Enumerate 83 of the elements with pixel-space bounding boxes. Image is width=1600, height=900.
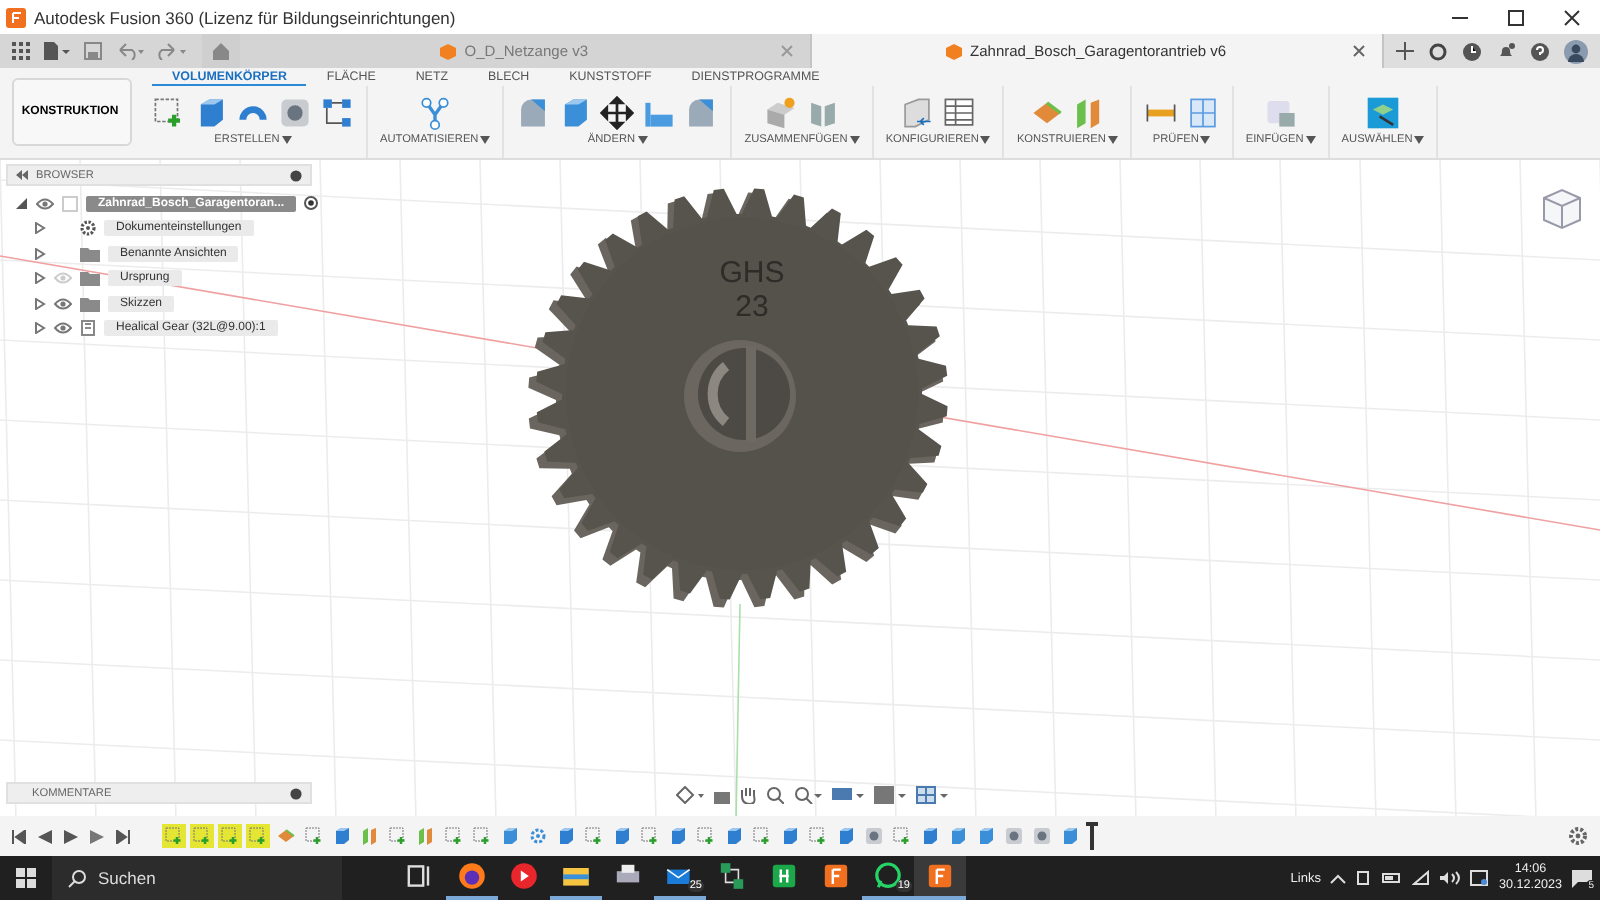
- taskbar-app[interactable]: [914, 856, 966, 900]
- orbit-icon[interactable]: [676, 786, 704, 804]
- wifi-icon[interactable]: [1412, 870, 1431, 886]
- browser-icon[interactable]: [456, 860, 488, 892]
- sketch-icon[interactable]: [152, 95, 186, 129]
- save-icon[interactable]: [84, 42, 102, 60]
- caret-icon: [1414, 136, 1425, 144]
- windows-start-icon[interactable]: [16, 868, 36, 888]
- collapse-icon[interactable]: [16, 197, 28, 209]
- home-icon[interactable]: [212, 42, 231, 60]
- pattern-icon[interactable]: [320, 95, 354, 129]
- bell-icon[interactable]: [1495, 41, 1516, 61]
- pin-icon[interactable]: [290, 169, 302, 181]
- caret-icon: [281, 136, 292, 144]
- caret-icon: [980, 136, 991, 144]
- play-icon[interactable]: [508, 860, 540, 892]
- step-forward-icon[interactable]: [90, 829, 104, 843]
- app-icon[interactable]: [820, 860, 852, 892]
- pan-hand-icon[interactable]: [740, 786, 756, 804]
- select-icon[interactable]: [1366, 95, 1401, 129]
- eye-icon[interactable]: [54, 322, 72, 334]
- caret-icon: [1305, 136, 1316, 144]
- redo-icon[interactable]: [158, 42, 186, 60]
- cube-icon: [946, 43, 963, 59]
- layout-icon[interactable]: [916, 786, 948, 804]
- pin-icon[interactable]: [290, 787, 302, 799]
- undo-icon[interactable]: [116, 42, 144, 60]
- chevron-up-icon[interactable]: [1330, 873, 1347, 883]
- joint-icon[interactable]: [764, 95, 799, 129]
- camera-icon[interactable]: [714, 787, 730, 803]
- network-icon[interactable]: [716, 860, 748, 892]
- avatar-icon[interactable]: [1563, 39, 1588, 63]
- hole-icon[interactable]: [278, 95, 312, 129]
- step-back-icon[interactable]: [38, 829, 52, 843]
- speaker-icon[interactable]: [1440, 870, 1461, 886]
- caret-icon: [1107, 136, 1118, 144]
- expand-icon[interactable]: [34, 297, 46, 309]
- parameter-icon[interactable]: [900, 95, 935, 129]
- skip-end-icon[interactable]: [116, 829, 130, 843]
- clock-icon[interactable]: [1461, 41, 1482, 61]
- cube-icon: [440, 43, 457, 59]
- caret-icon: [849, 136, 860, 144]
- move-icon[interactable]: [600, 95, 635, 129]
- caret-icon: [1200, 136, 1211, 144]
- search-input[interactable]: Suchen: [98, 858, 318, 898]
- skip-start-icon[interactable]: [12, 829, 26, 843]
- caret-icon: [480, 136, 491, 144]
- file-icon[interactable]: [44, 42, 70, 60]
- grid-icon[interactable]: [874, 786, 906, 804]
- expand-icon[interactable]: [34, 247, 46, 259]
- eye-icon[interactable]: [54, 297, 72, 309]
- search-icon[interactable]: [68, 869, 86, 887]
- zoom-window-icon[interactable]: [794, 786, 822, 804]
- spreadsheet-icon[interactable]: [768, 860, 800, 892]
- battery-icon[interactable]: [1382, 870, 1403, 886]
- node-icon[interactable]: [418, 95, 453, 129]
- component-icon: [80, 320, 96, 336]
- window-title: Autodesk Fusion 360 (Lizenz für Bildungseinrichtungen): [34, 7, 458, 27]
- chamfer-icon[interactable]: [684, 95, 719, 129]
- help-icon[interactable]: [1529, 41, 1550, 61]
- expand-icon[interactable]: [34, 222, 46, 234]
- radio-icon[interactable]: [304, 196, 319, 210]
- app-logo-icon: [6, 7, 26, 27]
- table-icon[interactable]: [942, 95, 977, 129]
- eye-icon[interactable]: [36, 197, 54, 209]
- collapse-panel-icon[interactable]: [16, 170, 28, 180]
- expand-icon[interactable]: [34, 272, 46, 284]
- zoom-icon[interactable]: [766, 786, 784, 804]
- monitor-icon[interactable]: [1470, 870, 1489, 886]
- display-icon[interactable]: [832, 786, 864, 804]
- timeline-marker-icon[interactable]: [1086, 822, 1098, 850]
- fillet-icon[interactable]: [516, 95, 551, 129]
- insert-icon[interactable]: [1263, 95, 1298, 129]
- app-icon[interactable]: [924, 860, 956, 892]
- apps-grid-icon[interactable]: [12, 42, 30, 60]
- play-icon[interactable]: [64, 829, 78, 843]
- search-bar[interactable]: Suchen: [52, 856, 342, 900]
- device-icon[interactable]: [1356, 870, 1373, 886]
- expand-icon[interactable]: [34, 322, 46, 334]
- plus-icon[interactable]: [1395, 42, 1414, 60]
- settings-icon[interactable]: [1568, 826, 1588, 846]
- gear-icon: [80, 220, 96, 236]
- caret-icon: [637, 136, 648, 144]
